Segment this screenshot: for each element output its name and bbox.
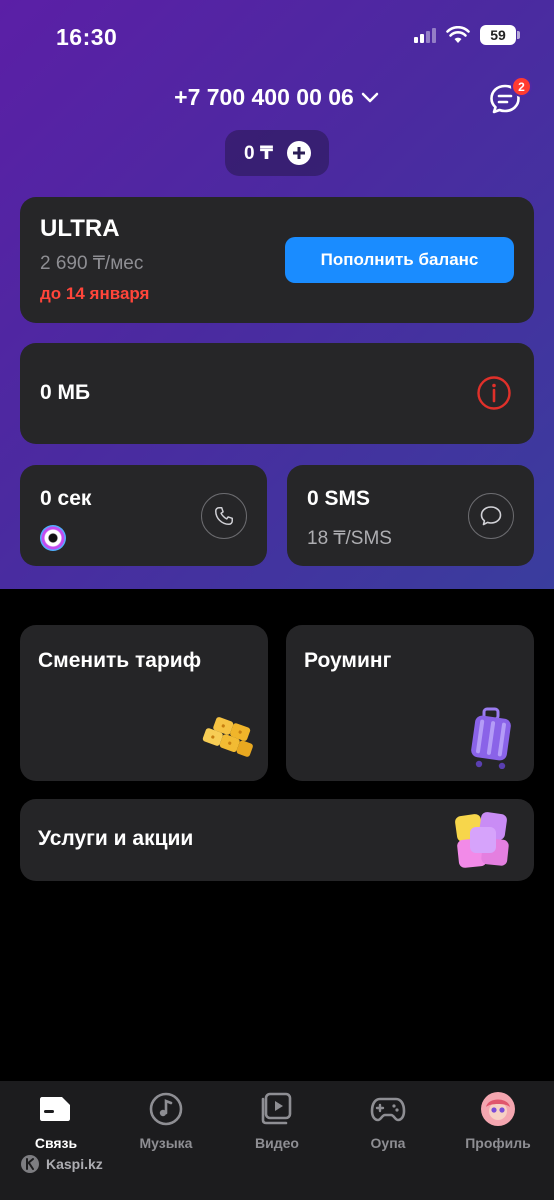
nav-item-games[interactable]: Оупа: [343, 1091, 433, 1151]
message-icon: [480, 506, 502, 526]
calls-remaining-value: 0 сек: [40, 487, 92, 510]
phone-icon: [215, 507, 233, 525]
suitcase-icon: [471, 707, 511, 769]
chevron-down-icon: [361, 92, 379, 102]
phone-number: +7 700 400 00 06: [174, 84, 354, 110]
services-promotions-tile[interactable]: Услуги и акции: [20, 799, 534, 881]
data-remaining-card[interactable]: 0 МБ: [20, 343, 534, 444]
services-promotions-label: Услуги и акции: [38, 827, 194, 850]
nav-label: Оупа: [370, 1135, 406, 1151]
nav-label: Профиль: [465, 1135, 531, 1151]
status-time: 16:30: [56, 24, 118, 50]
balance-pill[interactable]: 0 ₸: [225, 130, 329, 176]
sim-icon: [38, 1091, 74, 1127]
calls-card[interactable]: 0 сек: [20, 465, 267, 566]
nav-item-profile[interactable]: Профиль: [453, 1091, 543, 1151]
battery-icon: 59: [480, 25, 520, 45]
cubes-icon: [455, 812, 509, 868]
sms-price: 18 ₸/SMS: [307, 528, 392, 549]
signal-icon: [414, 27, 436, 43]
nav-label: Музыка: [139, 1135, 193, 1151]
gold-bars-icon: [202, 717, 253, 757]
change-tariff-tile[interactable]: Сменить тариф: [20, 625, 268, 781]
tariff-price: 2 690 ₸/мес: [40, 253, 144, 274]
nav-item-music[interactable]: Музыка: [121, 1091, 211, 1151]
tariff-card[interactable]: ULTRA 2 690 ₸/мес до 14 января Пополнить…: [20, 197, 534, 323]
message-icon-button[interactable]: [468, 493, 514, 539]
nav-item-video[interactable]: Видео: [232, 1091, 322, 1151]
watermark: Kaspi.kz: [20, 1154, 103, 1174]
roaming-label: Роуминг: [304, 649, 392, 672]
plus-icon[interactable]: [287, 141, 312, 165]
status-icons: 59: [414, 25, 520, 45]
phone-selector[interactable]: +7 700 400 00 06: [0, 84, 554, 111]
watermark-text: Kaspi.kz: [46, 1156, 103, 1172]
sms-remaining-value: 0 SMS: [307, 487, 371, 510]
info-alert-icon[interactable]: [476, 375, 512, 411]
nav-item-connection[interactable]: Связь: [11, 1091, 101, 1151]
roaming-tile[interactable]: Роуминг: [286, 625, 534, 781]
change-tariff-label: Сменить тариф: [38, 649, 202, 672]
balance-amount: 0 ₸: [244, 142, 274, 164]
notifications-button[interactable]: 2: [488, 76, 532, 118]
topup-balance-button[interactable]: Пополнить баланс: [285, 237, 514, 283]
wifi-icon: [446, 26, 470, 43]
nav-label: Видео: [255, 1135, 299, 1151]
notification-badge: 2: [511, 76, 532, 97]
music-icon: [148, 1091, 184, 1127]
gamepad-icon: [370, 1091, 406, 1127]
video-icon: [259, 1091, 295, 1127]
bottom-navigation: Связь Музыка Видео Оупа Профиль: [0, 1081, 554, 1200]
avatar-icon: [480, 1091, 516, 1127]
tariff-name: ULTRA: [40, 215, 120, 242]
sms-card[interactable]: 0 SMS 18 ₸/SMS: [287, 465, 534, 566]
kaspi-logo-icon: [21, 1155, 39, 1173]
nav-label: Связь: [34, 1135, 78, 1151]
phone-icon-button[interactable]: [201, 493, 247, 539]
data-remaining-value: 0 МБ: [40, 381, 91, 404]
tariff-valid-until: до 14 января: [40, 284, 150, 303]
eye-logo-icon: [40, 525, 66, 551]
battery-level: 59: [490, 27, 506, 43]
